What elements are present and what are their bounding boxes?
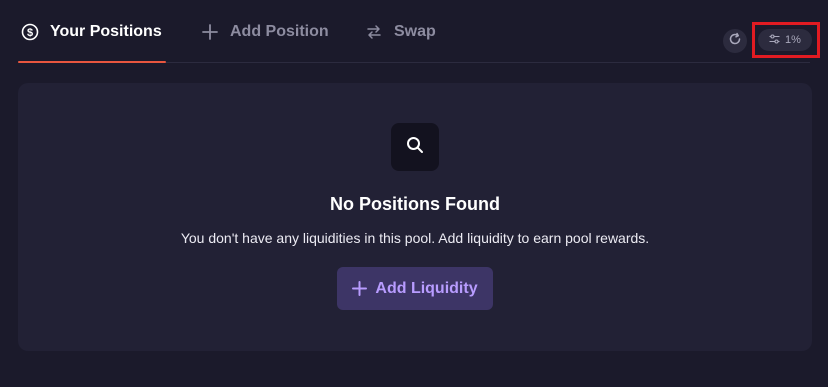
refresh-icon bbox=[728, 32, 742, 51]
tab-add-position[interactable]: Add Position bbox=[200, 22, 329, 62]
add-liquidity-label: Add Liquidity bbox=[375, 279, 478, 297]
refresh-button[interactable] bbox=[723, 29, 747, 53]
tab-bar: $ Your Positions Add Position Swap bbox=[18, 0, 810, 63]
slippage-settings-button[interactable]: 1% bbox=[758, 29, 812, 51]
empty-state-description: You don't have any liquidities in this p… bbox=[180, 230, 650, 246]
plus-icon bbox=[200, 22, 220, 42]
tab-label: Swap bbox=[394, 23, 436, 40]
empty-state-icon-badge bbox=[391, 123, 439, 171]
tab-swap[interactable]: Swap bbox=[364, 22, 436, 62]
settings-sliders-icon bbox=[769, 33, 785, 47]
add-liquidity-button[interactable]: Add Liquidity bbox=[337, 267, 493, 310]
search-icon bbox=[405, 135, 425, 160]
svg-text:$: $ bbox=[27, 27, 33, 39]
tab-your-positions[interactable]: $ Your Positions bbox=[18, 22, 166, 63]
tab-label: Add Position bbox=[230, 23, 329, 40]
dollar-circle-icon: $ bbox=[20, 22, 40, 42]
plus-icon bbox=[352, 281, 368, 296]
empty-state-card: No Positions Found You don't have any li… bbox=[18, 83, 812, 351]
active-tab-indicator bbox=[18, 61, 166, 63]
slippage-value: 1% bbox=[785, 34, 801, 46]
positions-panel: $ Your Positions Add Position Swap 1% No… bbox=[0, 0, 828, 387]
swap-arrows-icon bbox=[364, 22, 384, 42]
empty-state-title: No Positions Found bbox=[330, 194, 500, 214]
tab-label: Your Positions bbox=[50, 23, 162, 40]
